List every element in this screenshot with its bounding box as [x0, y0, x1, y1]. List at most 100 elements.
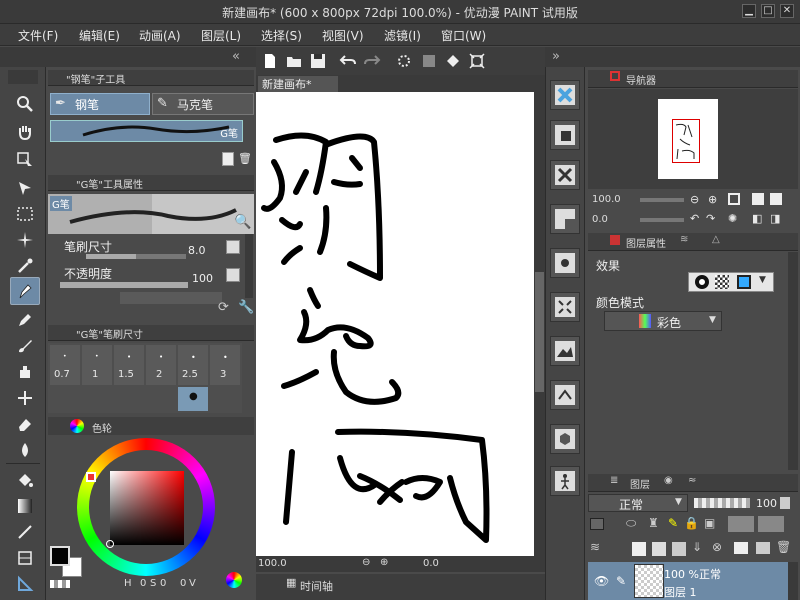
ruler-tool-icon[interactable] — [12, 571, 38, 597]
ruler-layer-icon[interactable] — [758, 516, 784, 532]
history-icon[interactable]: ≈ — [688, 475, 696, 486]
wrench-icon[interactable]: 🔧 — [238, 300, 254, 315]
maximize-button[interactable]: □ — [761, 4, 775, 18]
brush-tool-icon[interactable] — [12, 333, 38, 359]
color-mode-select[interactable]: 彩色 ▼ — [604, 311, 722, 331]
3d-figure-icon[interactable] — [550, 466, 580, 496]
saturation-value-square[interactable] — [110, 471, 184, 545]
canvas-zoom-value[interactable]: 100.0 — [258, 558, 287, 569]
undo-icon[interactable] — [337, 50, 359, 72]
timeline-icon[interactable]: ▦ — [286, 576, 296, 589]
navigator-angle-value[interactable]: 0.0 — [592, 214, 608, 225]
brush-size-cell-selected[interactable]: ● — [178, 387, 208, 411]
new-subtool-icon[interactable] — [222, 152, 234, 166]
navigator-zoom-value[interactable]: 100.0 — [592, 194, 621, 205]
collapse-left-icon[interactable]: « — [232, 49, 240, 64]
eraser-tool-icon[interactable] — [12, 411, 38, 437]
canvas-zoom-in-icon[interactable]: ⊕ — [380, 557, 388, 568]
save-icon[interactable] — [307, 50, 329, 72]
layer-opacity-spinner[interactable] — [780, 497, 790, 509]
redo-icon[interactable] — [361, 50, 383, 72]
navigator-zoom-out-icon[interactable]: ⊖ — [690, 193, 699, 206]
canvas-zoom-out-icon[interactable]: ⊖ — [362, 557, 370, 568]
lock-transparency-icon[interactable]: ▣ — [704, 516, 715, 530]
subtool-tab-pen[interactable]: ✒ 钢笔 — [50, 93, 150, 115]
screentone-icon[interactable] — [550, 204, 580, 234]
frame-tool-icon[interactable] — [12, 545, 38, 571]
layer-opacity-value[interactable]: 100 — [756, 497, 777, 510]
reset-rotation-icon[interactable]: ✺ — [728, 212, 737, 225]
menu-animation[interactable]: 动画(A) — [139, 27, 181, 44]
brush-item-g-pen[interactable]: G笔 — [50, 120, 243, 142]
lock-layer-icon[interactable]: 🔒 — [684, 516, 699, 530]
sub-view-icon[interactable] — [550, 120, 580, 150]
opacity-slider[interactable] — [60, 282, 188, 288]
color-wheel-tab-icon[interactable] — [70, 419, 84, 433]
menu-select[interactable]: 选择(S) — [261, 27, 302, 44]
navigator-zoom-slider[interactable] — [640, 198, 684, 202]
effect-dropdown-icon[interactable]: ▼ — [759, 275, 766, 285]
delete-subtool-icon[interactable]: 🗑 — [238, 152, 252, 166]
3d-material-icon[interactable] — [550, 424, 580, 454]
operation-tool-icon[interactable] — [12, 147, 38, 173]
brush-size-cell[interactable]: • 0.7 — [50, 345, 80, 385]
reference-layer-icon[interactable]: ♜ — [648, 516, 659, 530]
navigator-angle-slider[interactable] — [640, 218, 684, 222]
brush-size-cell[interactable]: • 1.5 — [114, 345, 144, 385]
loading-icon[interactable] — [393, 50, 415, 72]
expression-color-icon[interactable] — [590, 518, 604, 530]
layer-property-scrollbar[interactable] — [788, 252, 798, 470]
rotate-left-icon[interactable]: ↶ — [690, 212, 699, 225]
fill-tool-icon[interactable] — [12, 467, 38, 493]
pencil-tool-icon[interactable] — [12, 307, 38, 333]
flip-horizontal-icon[interactable] — [752, 193, 764, 205]
clear-selection-icon[interactable] — [418, 50, 440, 72]
close-button[interactable]: ✕ — [780, 4, 794, 18]
auto-action-icon[interactable]: ◉ — [664, 475, 673, 486]
new-folder-icon[interactable] — [672, 542, 686, 556]
brush-settings-icon[interactable]: 🔍 — [234, 214, 251, 230]
color-mode-icon[interactable] — [226, 572, 242, 588]
hand-tool-icon[interactable] — [12, 119, 38, 145]
tone-icon[interactable]: △ — [712, 234, 720, 245]
merge-down-icon[interactable]: ⊗ — [712, 540, 722, 554]
tone-effect-icon[interactable] — [715, 275, 729, 289]
hue-marker[interactable] — [86, 472, 96, 482]
brush-size-slider[interactable] — [86, 254, 186, 259]
mask-enable-icon[interactable] — [728, 516, 754, 532]
menu-filter[interactable]: 滤镜(I) — [384, 27, 421, 44]
layer-color-effect-icon[interactable] — [737, 275, 751, 289]
airbrush-tool-icon[interactable] — [12, 359, 38, 385]
menu-file[interactable]: 文件(F) — [18, 27, 58, 44]
main-color-swatch[interactable] — [50, 546, 70, 566]
menu-view[interactable]: 视图(V) — [322, 27, 364, 44]
canvas-scrollbar[interactable] — [534, 92, 545, 556]
layer-scrollbar[interactable] — [788, 562, 798, 600]
menu-layer[interactable]: 图层(L) — [201, 27, 241, 44]
timeline-label[interactable]: 时间轴 — [300, 578, 333, 594]
layer-menu-icon[interactable]: ≋ — [590, 540, 600, 554]
pattern-icon[interactable] — [550, 248, 580, 278]
transform-icon[interactable] — [466, 50, 488, 72]
new-file-icon[interactable] — [259, 50, 281, 72]
zoom-tool-icon[interactable] — [12, 91, 38, 117]
clip-layer-icon[interactable]: ⬭ — [626, 516, 636, 531]
collapse-right-icon[interactable]: » — [552, 49, 560, 64]
move-down-icon[interactable]: ⇓ — [692, 540, 702, 554]
new-vector-layer-icon[interactable] — [652, 542, 666, 556]
material-panel-icon[interactable] — [550, 80, 580, 110]
blend-mode-select[interactable]: 正常 ▼ — [588, 494, 688, 512]
transparent-color-swatch[interactable] — [50, 580, 70, 588]
menu-window[interactable]: 窗口(W) — [441, 27, 486, 44]
layer-opacity-slider[interactable] — [694, 498, 750, 508]
eyedropper-tool-icon[interactable] — [12, 253, 38, 279]
mirror-horizontal-icon[interactable]: ◧ — [752, 212, 762, 225]
gradient-tool-icon[interactable] — [12, 493, 38, 519]
pen-tool-icon[interactable] — [10, 277, 40, 305]
open-file-icon[interactable] — [283, 50, 305, 72]
image-material-icon[interactable] — [550, 380, 580, 410]
selection-tool-icon[interactable] — [12, 201, 38, 227]
navigator-tab-label[interactable]: 导航器 — [626, 72, 656, 87]
tool-property-scrollbar[interactable] — [245, 234, 253, 298]
reset-icon[interactable]: ⟳ — [218, 300, 229, 315]
